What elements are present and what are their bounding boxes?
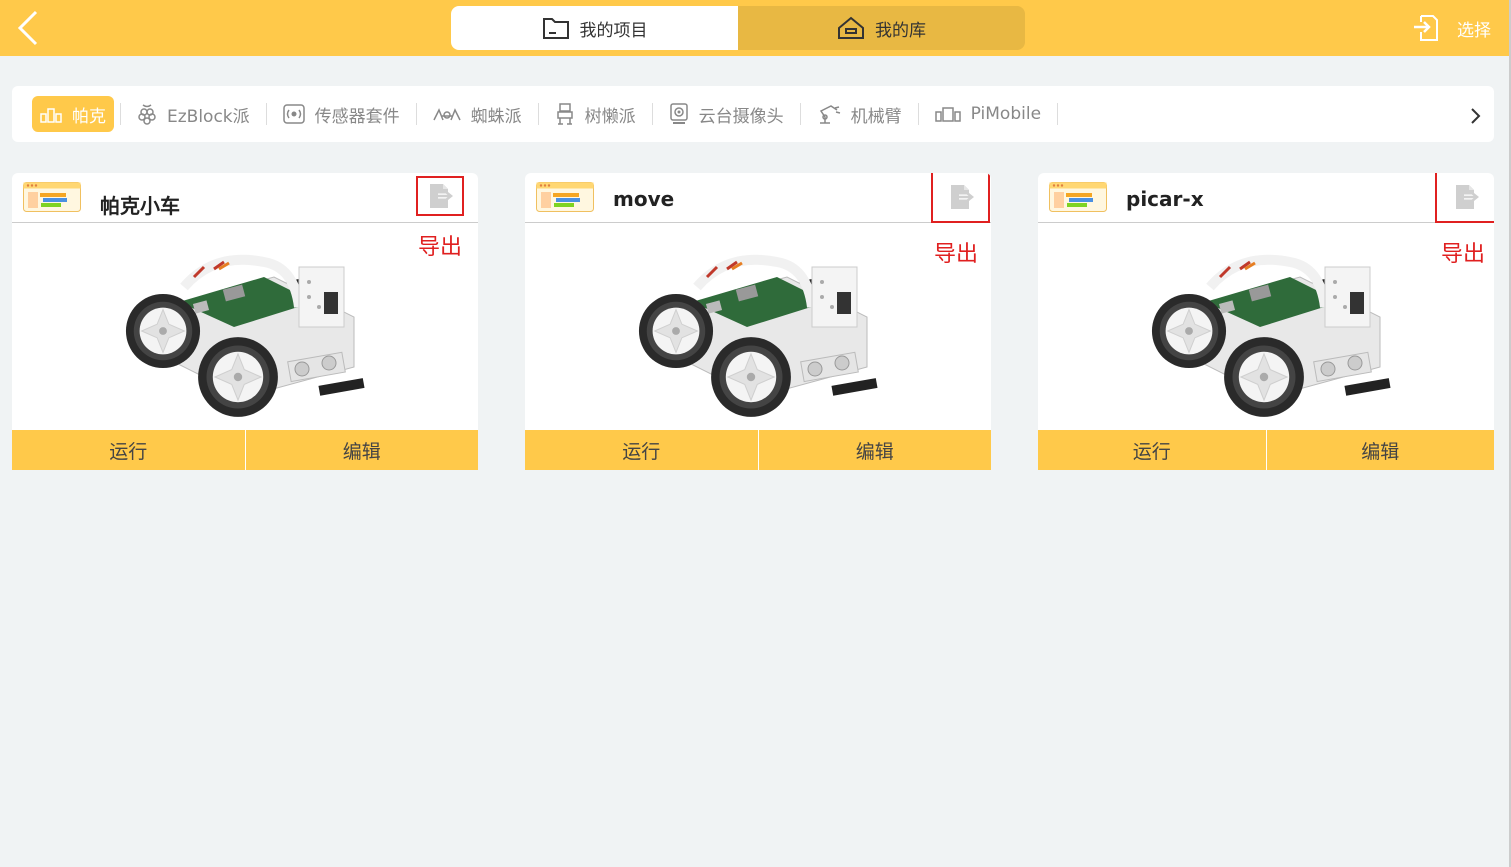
export-annotation: 导出 xyxy=(934,242,979,267)
run-button[interactable]: 运行 xyxy=(525,430,758,470)
project-title: 帕克小车 xyxy=(100,194,180,218)
divider xyxy=(799,103,801,125)
home-icon xyxy=(838,16,864,39)
category-item-sensor-kit[interactable]: 传感器套件 xyxy=(273,96,410,132)
category-item-ezblock[interactable]: EzBlock派 xyxy=(127,96,260,132)
back-button[interactable] xyxy=(14,10,44,46)
project-thumbnail-icon xyxy=(536,182,594,212)
card-actions: 运行 编辑 xyxy=(12,430,478,470)
sensor-icon xyxy=(282,104,305,124)
export-button[interactable] xyxy=(1435,173,1494,223)
car-image xyxy=(124,247,374,419)
edit-button[interactable]: 编辑 xyxy=(244,430,479,470)
run-button[interactable]: 运行 xyxy=(1038,430,1266,470)
project-card[interactable]: 帕克小车 导出 运行 编辑 xyxy=(12,173,478,470)
edit-button[interactable]: 编辑 xyxy=(1265,430,1495,470)
card-header: move xyxy=(525,173,991,223)
sloth-icon xyxy=(556,103,573,125)
category-scroll-right-button[interactable] xyxy=(1466,102,1486,128)
divider xyxy=(120,103,121,125)
category-label: 云台摄像头 xyxy=(698,106,784,127)
category-bar: 帕克 EzBlock派 传感器套件 蜘蛛派 树懒派 云台摄像头 机械臂 PiMo… xyxy=(12,86,1494,142)
project-thumbnail-icon xyxy=(1049,182,1107,212)
export-annotation: 导出 xyxy=(1441,242,1486,267)
card-header: 帕克小车 xyxy=(12,173,478,223)
chevron-left-icon xyxy=(17,10,38,46)
category-item-robot-arm[interactable]: 机械臂 xyxy=(807,96,912,132)
export-file-icon xyxy=(426,182,454,210)
folder-icon xyxy=(542,18,569,39)
export-button[interactable] xyxy=(416,176,464,216)
project-title: move xyxy=(613,187,675,211)
category-label: 机械臂 xyxy=(850,106,902,127)
category-label: PiMobile xyxy=(970,104,1042,124)
card-actions: 运行 编辑 xyxy=(1038,430,1494,470)
divider xyxy=(651,103,653,125)
project-card[interactable]: picar-x 导出 运行 编辑 xyxy=(1038,173,1494,470)
divider xyxy=(537,103,539,125)
export-file-icon xyxy=(1452,183,1480,211)
category-label: 树懒派 xyxy=(584,106,636,127)
category-label: 蜘蛛派 xyxy=(470,106,522,127)
category-label: 帕克 xyxy=(72,106,106,127)
tab-label: 我的项目 xyxy=(579,20,648,41)
category-label: 传感器套件 xyxy=(314,106,400,127)
card-actions: 运行 编辑 xyxy=(525,430,991,470)
category-item-pack[interactable]: 帕克 xyxy=(32,96,114,132)
export-annotation: 导出 xyxy=(418,235,463,260)
select-label: 选择 xyxy=(1457,20,1491,41)
divider xyxy=(917,103,919,125)
tab-my-library[interactable]: 我的库 xyxy=(738,6,1025,50)
divider xyxy=(1057,103,1059,125)
divider xyxy=(415,103,417,125)
top-bar: 我的项目 我的库 选择 xyxy=(0,0,1511,56)
export-file-icon xyxy=(947,183,975,211)
category-item-pan-tilt-camera[interactable]: 云台摄像头 xyxy=(659,96,794,132)
import-file-icon xyxy=(1414,15,1438,41)
tab-label: 我的库 xyxy=(875,20,926,41)
category-item-pimobile[interactable]: PiMobile xyxy=(925,96,1051,132)
run-button[interactable]: 运行 xyxy=(12,430,245,470)
card-header: picar-x xyxy=(1038,173,1494,223)
camera-icon xyxy=(669,103,688,124)
project-tabs: 我的项目 我的库 xyxy=(451,6,1025,50)
robot-arm-icon xyxy=(819,105,840,124)
edit-button[interactable]: 编辑 xyxy=(757,430,992,470)
chevron-right-icon xyxy=(1471,108,1481,124)
category-label: EzBlock派 xyxy=(167,106,250,127)
tab-my-projects[interactable]: 我的项目 xyxy=(451,6,738,50)
car-image xyxy=(1150,247,1400,419)
car-image xyxy=(637,247,887,419)
category-item-spider[interactable]: 蜘蛛派 xyxy=(423,96,532,132)
project-card[interactable]: move 导出 运行 编辑 xyxy=(525,173,991,470)
spider-icon xyxy=(432,108,461,121)
export-button[interactable] xyxy=(931,173,990,223)
project-thumbnail-icon xyxy=(23,182,81,212)
category-item-sloth[interactable]: 树懒派 xyxy=(545,96,646,132)
raspberry-icon xyxy=(138,104,156,125)
project-title: picar-x xyxy=(1126,187,1204,211)
mobile-car-icon xyxy=(934,107,961,122)
select-button[interactable]: 选择 xyxy=(1413,14,1491,42)
divider xyxy=(265,103,267,125)
robot-blocks-icon xyxy=(40,108,62,123)
